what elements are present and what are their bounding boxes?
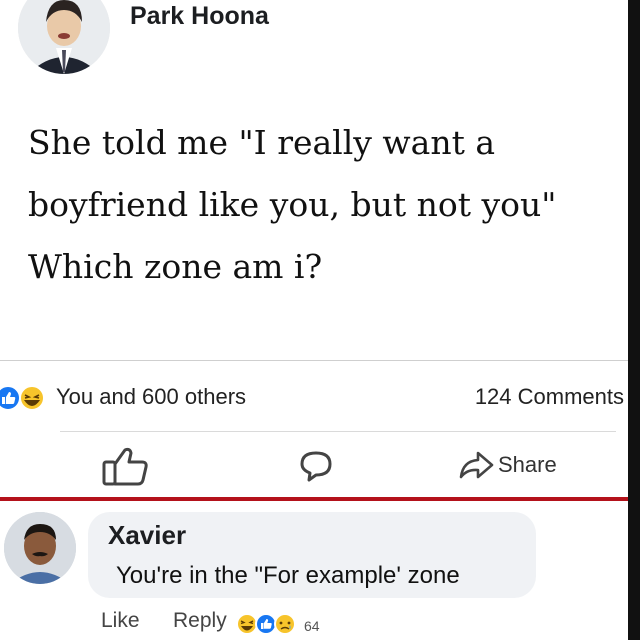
- like-button[interactable]: [100, 444, 152, 488]
- right-edge-strip: [628, 0, 640, 640]
- sad-icon: [274, 613, 296, 635]
- comment-reaction-icons[interactable]: [236, 612, 300, 636]
- comment-author-name[interactable]: Xavier: [108, 520, 186, 551]
- post-author-name[interactable]: Park Hoona: [130, 2, 269, 31]
- commenter-avatar[interactable]: [4, 512, 76, 584]
- post-text-line: boyfriend like you, but not you": [28, 185, 557, 224]
- post-text-line: She told me "I really want a: [28, 123, 496, 162]
- comment-reply-button[interactable]: Reply: [173, 609, 227, 633]
- haha-icon: [236, 613, 258, 635]
- accent-divider: [0, 497, 628, 501]
- thumbs-up-icon: [102, 447, 148, 486]
- reactions-summary-text[interactable]: You and 600 others: [56, 384, 246, 410]
- like-icon: [0, 385, 21, 411]
- post-text: She told me "I really want a boyfriend l…: [28, 112, 608, 298]
- share-label: Share: [498, 452, 557, 477]
- comment-button[interactable]: [298, 449, 334, 483]
- comment-like-button[interactable]: Like: [101, 609, 140, 633]
- reaction-icons[interactable]: [0, 384, 50, 412]
- like-icon: [255, 613, 277, 635]
- post-text-line: Which zone am i?: [28, 247, 323, 286]
- author-avatar[interactable]: [18, 0, 110, 74]
- divider: [60, 431, 616, 432]
- divider: [0, 360, 628, 361]
- avatar-image: [4, 512, 76, 584]
- share-arrow-icon: [459, 451, 494, 479]
- comments-count[interactable]: 124 Comments: [475, 384, 624, 410]
- comment-icon: [300, 451, 332, 482]
- haha-icon: [19, 385, 45, 411]
- comment-reaction-count: 64: [304, 618, 320, 634]
- reactions-summary-row: You and 600 others 124 Comments: [0, 384, 628, 412]
- avatar-image: [18, 0, 110, 74]
- comment-text: You're in the "For example' zone: [116, 562, 460, 589]
